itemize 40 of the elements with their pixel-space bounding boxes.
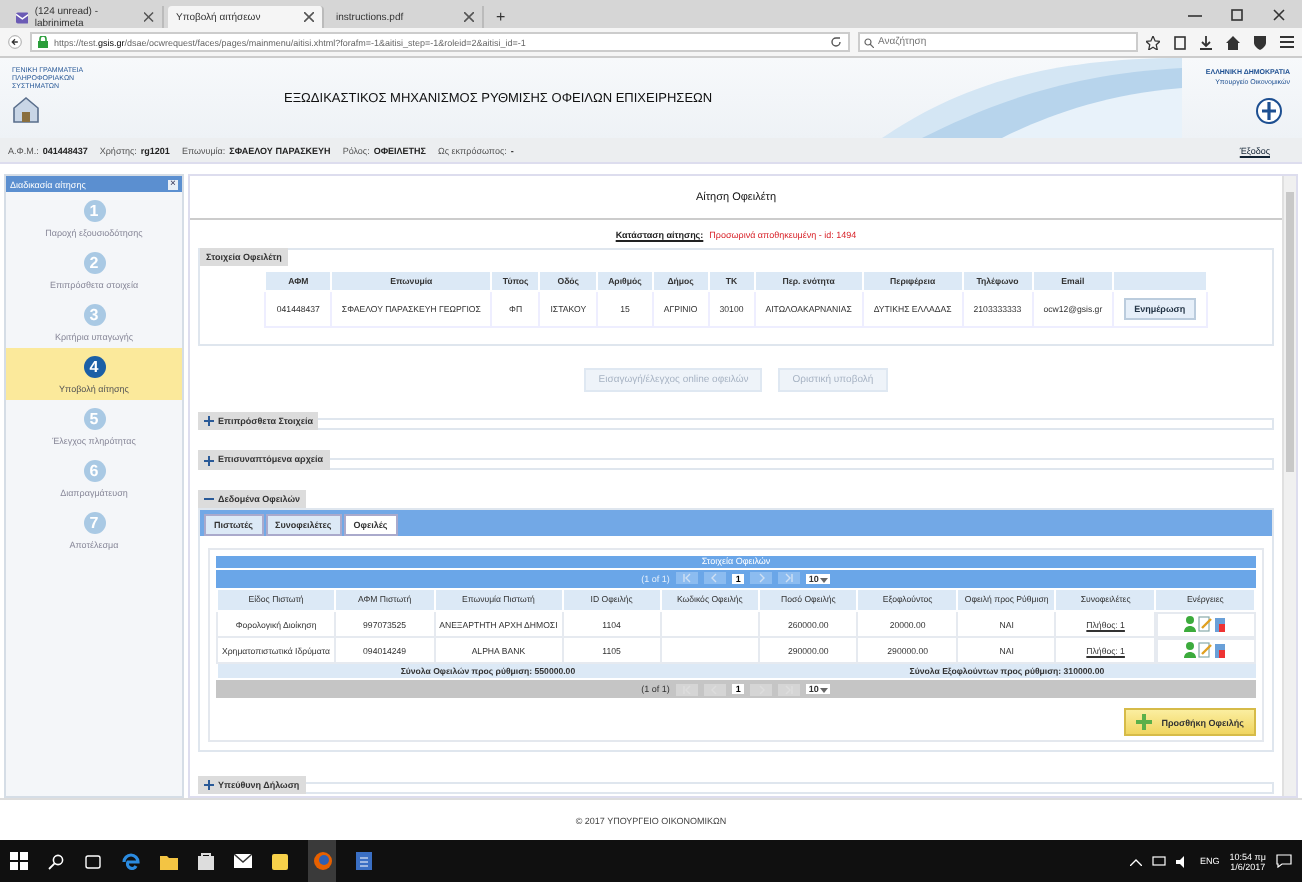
star-icon[interactable] — [1146, 35, 1160, 49]
plus-icon — [204, 780, 214, 790]
close-icon[interactable] — [144, 12, 154, 22]
mail-icon[interactable] — [234, 854, 252, 868]
back-icon[interactable] — [8, 32, 22, 52]
search-icon — [864, 37, 874, 47]
caret-icon — [820, 575, 829, 584]
search-icon[interactable] — [48, 853, 64, 869]
restore-icon[interactable] — [1230, 7, 1244, 21]
network-icon[interactable] — [1152, 855, 1167, 867]
close-icon[interactable] — [304, 12, 314, 22]
caret-up-icon[interactable] — [1130, 857, 1143, 865]
person-icon[interactable] — [1184, 642, 1197, 659]
notification-icon[interactable] — [1276, 854, 1292, 868]
plus-icon — [204, 416, 214, 427]
bag-icon[interactable] — [198, 852, 214, 870]
reload-icon[interactable] — [830, 36, 842, 48]
shield-icon[interactable] — [1254, 35, 1266, 49]
home-icon[interactable] — [1226, 35, 1240, 49]
plus-icon — [204, 455, 214, 466]
minus-icon — [204, 493, 214, 504]
new-tab-button[interactable]: + — [488, 6, 514, 28]
plus-icon — [1135, 714, 1152, 731]
firefox-icon[interactable] — [313, 851, 331, 869]
emblem-icon — [1256, 98, 1282, 124]
mail-icon — [16, 11, 29, 23]
menu-icon[interactable] — [1280, 36, 1294, 48]
browser-icon[interactable] — [122, 852, 140, 870]
folder-icon[interactable] — [160, 853, 178, 869]
lock-icon — [38, 36, 48, 48]
windows-start-icon[interactable] — [10, 852, 28, 870]
download-icon[interactable] — [1200, 35, 1212, 49]
note-icon[interactable] — [272, 853, 288, 869]
building-logo-icon — [12, 95, 40, 124]
caret-icon — [820, 686, 829, 695]
close-icon[interactable] — [1272, 7, 1286, 21]
person-icon[interactable] — [1184, 616, 1197, 633]
close-icon[interactable] — [464, 12, 474, 22]
scrollbar[interactable] — [1282, 176, 1296, 796]
task-view-icon[interactable] — [84, 853, 102, 869]
